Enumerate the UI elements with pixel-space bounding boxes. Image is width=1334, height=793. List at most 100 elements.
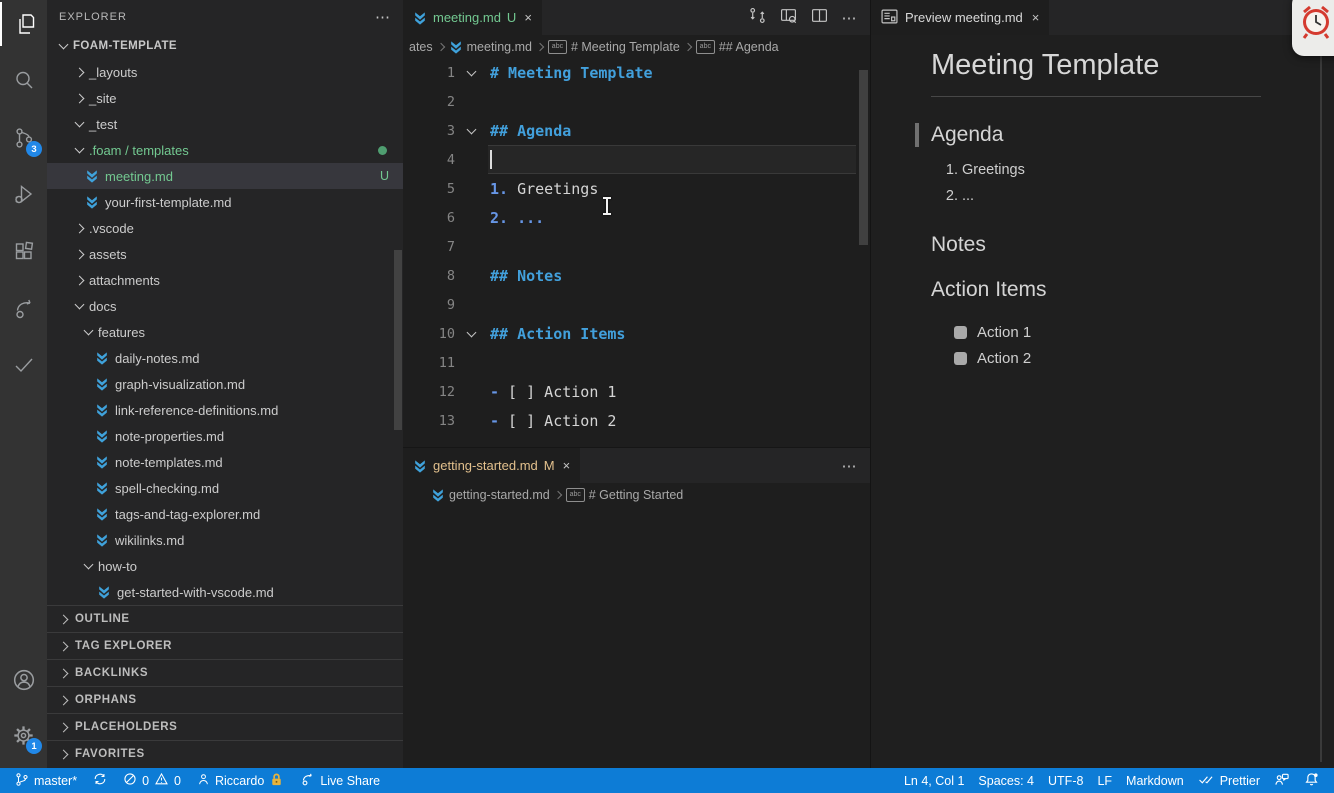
encoding-status[interactable]: UTF-8	[1041, 768, 1090, 793]
fold-chevron-icon[interactable]	[455, 66, 488, 76]
line-number: 2	[446, 93, 455, 110]
todo-check-icon[interactable]	[0, 343, 47, 387]
tree-item-spell-checking-md[interactable]: spell-checking.md	[47, 475, 403, 501]
tree-item-site[interactable]: _site	[47, 85, 403, 111]
code-line[interactable]: 9	[403, 290, 870, 319]
sidebar-section-outline[interactable]: OUTLINE	[47, 605, 403, 632]
tab-meeting-md[interactable]: meeting.md U ×	[403, 0, 542, 35]
sync-button[interactable]	[86, 768, 114, 793]
code-line[interactable]: 13 - [ ] Action 2	[403, 406, 870, 435]
tree-item-note-templates-md[interactable]: note-templates.md	[47, 449, 403, 475]
formatter-status[interactable]: Prettier	[1191, 768, 1267, 793]
fold-chevron-icon[interactable]	[455, 327, 488, 337]
preview-list-item: Greetings	[962, 157, 1264, 183]
chevron-down-icon	[83, 559, 94, 570]
code-line[interactable]: 11	[403, 348, 870, 377]
close-icon[interactable]: ×	[563, 458, 571, 473]
feedback-button[interactable]	[1267, 768, 1297, 793]
open-preview-side-icon[interactable]	[780, 7, 797, 29]
code-line[interactable]: 12 - [ ] Action 1	[403, 377, 870, 406]
tree-item-layouts[interactable]: _layouts	[47, 59, 403, 85]
close-icon[interactable]: ×	[524, 10, 532, 25]
tree-item-test[interactable]: _test	[47, 111, 403, 137]
breadcrumb-file[interactable]: getting-started.md	[431, 488, 550, 502]
problems-status[interactable]: 0 0	[116, 768, 188, 793]
sidebar-section-placeholders[interactable]: PLACEHOLDERS	[47, 713, 403, 740]
sidebar-more-actions[interactable]: ⋯	[375, 8, 391, 26]
tree-item-foam-templates[interactable]: .foam / templates	[47, 137, 403, 163]
fold-chevron-icon[interactable]	[455, 124, 488, 134]
tree-item-your-first-template-md[interactable]: your-first-template.md	[47, 189, 403, 215]
code-line[interactable]: 2	[403, 87, 870, 116]
tree-item-daily-notes-md[interactable]: daily-notes.md	[47, 345, 403, 371]
line-number: 5	[446, 180, 455, 197]
code-line[interactable]: 7	[403, 232, 870, 261]
notifications-button[interactable]	[1297, 768, 1326, 793]
tree-item-features[interactable]: features	[47, 319, 403, 345]
live-share-status[interactable]: Live Share	[293, 768, 387, 793]
git-branch-status[interactable]: master*	[8, 768, 84, 793]
more-actions-icon[interactable]: ⋯	[842, 457, 859, 475]
sidebar-section-backlinks[interactable]: BACKLINKS	[47, 659, 403, 686]
cursor-position-status[interactable]: Ln 4, Col 1	[897, 768, 971, 793]
live-share-icon[interactable]	[0, 287, 47, 331]
sidebar-scrollbar[interactable]	[394, 250, 402, 430]
preview-scrollbar[interactable]	[1320, 36, 1322, 762]
tree-item-label: note-templates.md	[115, 454, 223, 470]
code-line[interactable]: 5 1. Greetings	[403, 174, 870, 203]
breadcrumb-file[interactable]: meeting.md	[449, 40, 532, 54]
tree-item-docs[interactable]: docs	[47, 293, 403, 319]
line-number: 3	[446, 122, 455, 139]
tab-getting-started-md[interactable]: getting-started.md M ×	[403, 448, 581, 483]
sidebar-section-orphans[interactable]: ORPHANS	[47, 686, 403, 713]
source-control-icon[interactable]: 3	[0, 116, 47, 160]
tree-item-how-to[interactable]: how-to	[47, 553, 403, 579]
eol-status[interactable]: LF	[1090, 768, 1119, 793]
tree-item-get-started-with-vscode-md[interactable]: get-started-with-vscode.md	[47, 579, 403, 605]
indentation-status[interactable]: Spaces: 4	[971, 768, 1041, 793]
tab-modified-badge: M	[543, 458, 555, 473]
tree-item-vscode[interactable]: .vscode	[47, 215, 403, 241]
close-icon[interactable]: ×	[1032, 10, 1040, 25]
user-status[interactable]: Riccardo	[190, 768, 291, 793]
tree-item-foam-template[interactable]: FOAM-TEMPLATE	[47, 33, 403, 59]
tree-item-link-reference-definitions-md[interactable]: link-reference-definitions.md	[47, 397, 403, 423]
tree-item-note-properties-md[interactable]: note-properties.md	[47, 423, 403, 449]
code-line[interactable]: 1 # Meeting Template	[403, 58, 870, 87]
code-line[interactable]: 6 2. ...	[403, 203, 870, 232]
explorer-icon[interactable]	[0, 2, 49, 46]
tree-item-graph-visualization-md[interactable]: graph-visualization.md	[47, 371, 403, 397]
tree-item-tags-and-tag-explorer-md[interactable]: tags-and-tag-explorer.md	[47, 501, 403, 527]
search-icon[interactable]	[0, 58, 47, 102]
code-line[interactable]: 4	[403, 145, 870, 174]
code-token: 1.	[490, 179, 509, 198]
more-actions-icon[interactable]: ⋯	[842, 9, 859, 27]
code-line[interactable]: 3 ## Agenda	[403, 116, 870, 145]
code-line[interactable]: 10 ## Action Items	[403, 319, 870, 348]
tree-item-wikilinks-md[interactable]: wikilinks.md	[47, 527, 403, 553]
preview-ordered-list: Greetings...	[931, 157, 1264, 209]
breadcrumb-h1[interactable]: abc # Getting Started	[565, 487, 683, 502]
extensions-icon[interactable]	[0, 230, 47, 274]
tree-item-meeting-md[interactable]: meeting.md U	[47, 163, 403, 189]
split-editor-icon[interactable]	[811, 7, 828, 29]
tree-item-label: meeting.md	[105, 168, 173, 184]
tab-preview-meeting[interactable]: Preview meeting.md ×	[871, 0, 1050, 35]
tree-item-assets[interactable]: assets	[47, 241, 403, 267]
editor-pane-getting-started: getting-started.md M × ⋯ getting-started…	[403, 447, 870, 768]
sidebar-section-tag-explorer[interactable]: TAG EXPLORER	[47, 632, 403, 659]
code-line[interactable]: 8 ## Notes	[403, 261, 870, 290]
markdown-file-icon	[95, 507, 109, 521]
open-changes-icon[interactable]	[749, 7, 766, 29]
editor-scrollbar[interactable]	[859, 70, 868, 245]
sidebar-section-favorites[interactable]: FAVORITES	[47, 740, 403, 767]
breadcrumb-h2[interactable]: abc ## Agenda	[695, 39, 779, 54]
tree-item-attachments[interactable]: attachments	[47, 267, 403, 293]
breadcrumb-h1[interactable]: abc # Meeting Template	[547, 39, 680, 54]
code-editor-meeting[interactable]: 1 # Meeting Template 2 3 ## Agenda 4 5 1. Greet…	[403, 58, 870, 435]
account-icon[interactable]	[0, 658, 47, 702]
run-debug-icon[interactable]	[0, 172, 47, 216]
breadcrumb-folder[interactable]: ates	[409, 40, 433, 54]
settings-gear-icon[interactable]: 1	[0, 713, 47, 757]
language-mode-status[interactable]: Markdown	[1119, 768, 1191, 793]
